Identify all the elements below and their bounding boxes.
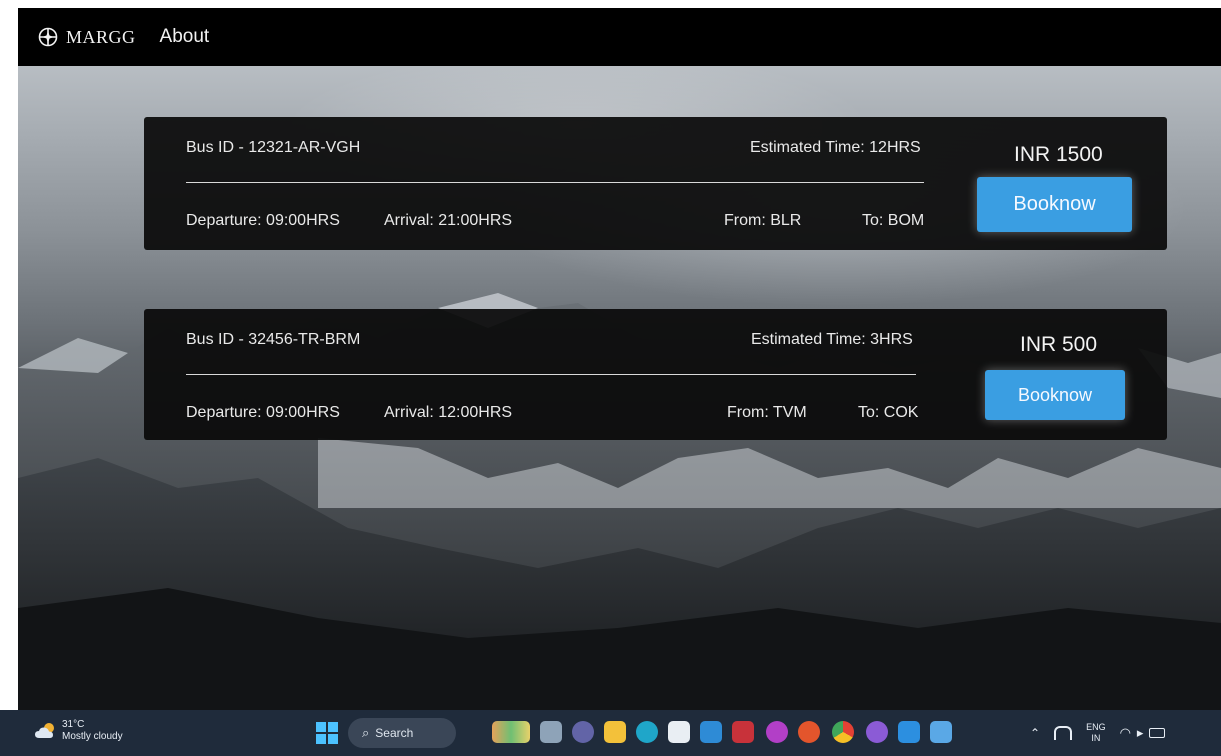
windows-taskbar: 31°C Mostly cloudy ⌕ Search ⌃ ENG IN ◠ ▸: [0, 710, 1221, 756]
language-indicator[interactable]: ENG IN: [1086, 722, 1106, 744]
photos-icon[interactable]: [930, 721, 952, 743]
chevron-up-icon[interactable]: ⌃: [1030, 726, 1040, 740]
volume-icon[interactable]: ▸: [1137, 725, 1144, 741]
edge-icon[interactable]: [636, 721, 658, 743]
github-icon[interactable]: [866, 721, 888, 743]
from-station: From: TVM: [727, 404, 807, 421]
vscode-icon[interactable]: [898, 721, 920, 743]
bus-id: Bus ID - 32456-TR-BRM: [186, 331, 361, 348]
card-divider: [186, 182, 924, 183]
brand-name: MARGG: [66, 26, 136, 47]
widgets-app-icon[interactable]: [492, 721, 530, 743]
ticket-price: INR 500: [1020, 333, 1098, 356]
arrival-time: Arrival: 12:00HRS: [384, 404, 513, 421]
departure-time: Departure: 09:00HRS: [186, 404, 340, 421]
bus-card: Bus ID - 32456-TR-BRM Estimated Time: 3H…: [144, 309, 1167, 440]
weather-description: Mostly cloudy: [62, 731, 123, 742]
to-station: To: BOM: [862, 212, 925, 229]
book-now-button[interactable]: Booknow: [977, 177, 1132, 232]
file-explorer-icon[interactable]: [604, 721, 626, 743]
browser-viewport: MARGG About Bus ID - 12321-AR-VGH Estima…: [18, 8, 1221, 710]
search-label: Search: [375, 726, 414, 740]
region-code: IN: [1091, 733, 1101, 743]
system-tray: ⌃ ENG IN ◠ ▸: [1030, 710, 1166, 756]
opera-icon[interactable]: [798, 721, 820, 743]
to-station: To: COK: [858, 404, 919, 421]
bus-id: Bus ID - 12321-AR-VGH: [186, 139, 361, 156]
estimated-time: Estimated Time: 12HRS: [750, 139, 921, 156]
windows-start-icon[interactable]: [316, 722, 338, 744]
compass-icon: [38, 27, 58, 47]
weather-widget[interactable]: 31°C Mostly cloudy: [34, 719, 123, 743]
cloud-icon: [35, 723, 54, 738]
ticket-price: INR 1500: [1014, 143, 1103, 166]
top-navbar: MARGG About: [18, 8, 1221, 66]
network-status-icon[interactable]: [1054, 726, 1073, 740]
bus-card: Bus ID - 12321-AR-VGH Estimated Time: 12…: [144, 117, 1167, 250]
wifi-icon[interactable]: ◠: [1120, 725, 1131, 741]
language-code: ENG: [1086, 722, 1106, 732]
wps-icon[interactable]: [766, 721, 788, 743]
weather-temperature: 31°C: [62, 719, 85, 730]
l-app-icon[interactable]: [700, 721, 722, 743]
estimated-time: Estimated Time: 3HRS: [751, 331, 913, 348]
mcafee-icon[interactable]: [732, 721, 754, 743]
store-icon[interactable]: [668, 721, 690, 743]
brand-link[interactable]: MARGG: [38, 27, 136, 48]
task-view-icon[interactable]: [540, 721, 562, 743]
teams-icon[interactable]: [572, 721, 594, 743]
arrival-time: Arrival: 21:00HRS: [384, 212, 513, 229]
card-divider: [186, 374, 916, 375]
search-icon: ⌕: [362, 725, 370, 740]
battery-icon[interactable]: [1149, 728, 1166, 738]
taskbar-search[interactable]: ⌕ Search: [348, 718, 456, 748]
chrome-icon[interactable]: [832, 721, 854, 743]
from-station: From: BLR: [724, 212, 802, 229]
book-now-button[interactable]: Booknow: [985, 370, 1125, 420]
nav-about-link[interactable]: About: [160, 26, 210, 48]
departure-time: Departure: 09:00HRS: [186, 212, 340, 229]
